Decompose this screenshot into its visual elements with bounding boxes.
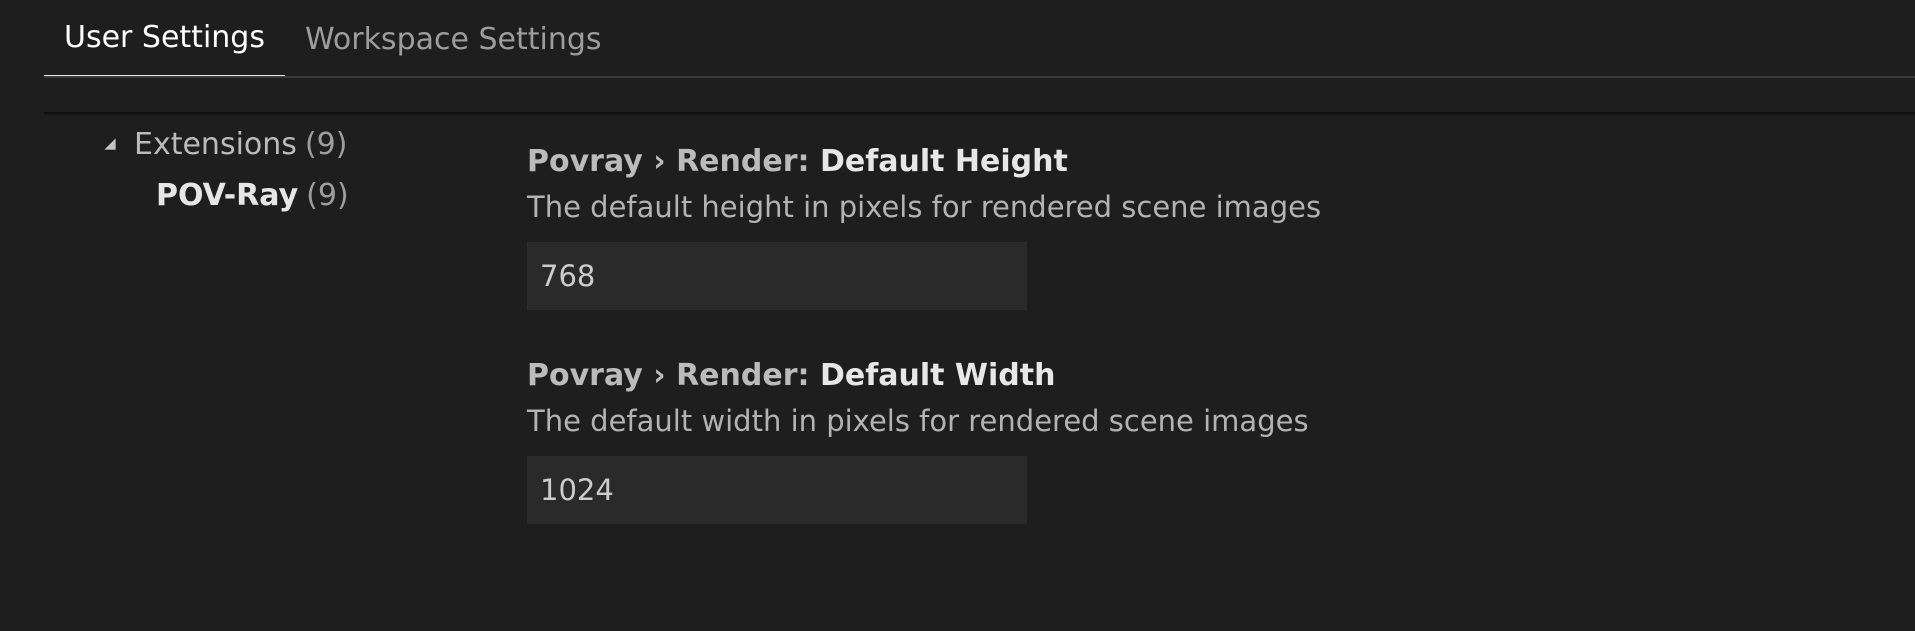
setting-default-width: Povray › Render: Default Width The defau… (527, 354, 1827, 524)
setting-title: Povray › Render: Default Height (527, 140, 1827, 184)
settings-list: Povray › Render: Default Height The defa… (527, 140, 1827, 568)
setting-key: Default Width (819, 358, 1056, 393)
setting-description: The default height in pixels for rendere… (527, 190, 1322, 224)
toc-group-count: (9) (304, 126, 348, 162)
expanded-triangle-icon[interactable] (104, 138, 116, 150)
setting-default-height: Povray › Render: Default Height The defa… (527, 140, 1827, 310)
toc-item-count: (9) (306, 177, 349, 213)
toc-item-label: POV-Ray (156, 177, 299, 213)
default-width-input[interactable] (527, 456, 1027, 524)
setting-key: Default Height (819, 144, 1068, 179)
toc-group-label: Extensions (134, 126, 297, 162)
tab-workspace-settings[interactable]: Workspace Settings (285, 0, 622, 78)
settings-tabs: User Settings Workspace Settings (44, 0, 622, 78)
setting-category: Povray › Render: (527, 144, 820, 179)
settings-toc: Extensions (9) POV-Ray (9) (100, 120, 520, 222)
default-height-input[interactable] (527, 242, 1027, 310)
tabs-divider (44, 76, 1915, 78)
setting-title: Povray › Render: Default Width (527, 354, 1827, 398)
toc-item-pov-ray[interactable]: POV-Ray (9) (156, 168, 520, 222)
setting-category: Povray › Render: (527, 358, 820, 393)
toc-group-extensions[interactable]: Extensions (9) (100, 120, 520, 168)
header-shadow (44, 112, 1915, 116)
tab-user-settings[interactable]: User Settings (44, 0, 285, 78)
setting-description: The default width in pixels for rendered… (527, 404, 1309, 438)
